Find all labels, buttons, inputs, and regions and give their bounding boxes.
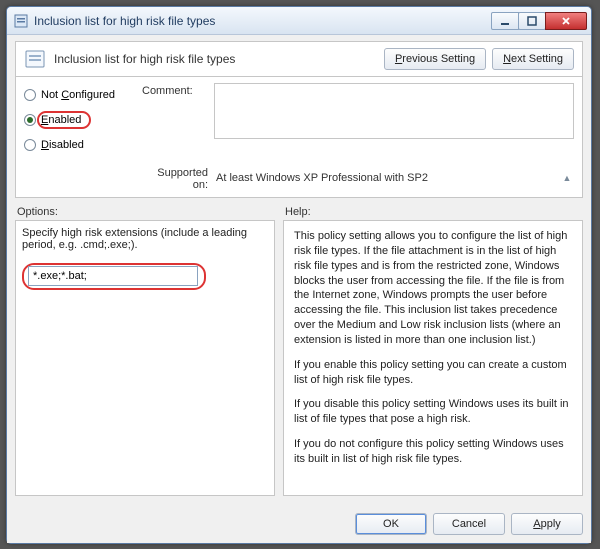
comment-label: Comment: xyxy=(142,83,214,161)
help-paragraph: If you enable this policy setting you ca… xyxy=(294,358,572,388)
window-controls xyxy=(492,12,587,30)
dialog-window: Inclusion list for high risk file types … xyxy=(6,6,592,544)
help-pane: This policy setting allows you to config… xyxy=(283,220,583,496)
help-paragraph: If you do not configure this policy sett… xyxy=(294,437,572,467)
comment-textarea[interactable] xyxy=(214,83,574,139)
details-split: Options: Specify high risk extensions (i… xyxy=(15,204,583,507)
close-button[interactable] xyxy=(545,12,587,30)
options-label: Options: xyxy=(17,206,275,218)
supported-label: Supported on: xyxy=(142,165,214,191)
apply-button[interactable]: Apply xyxy=(511,513,583,535)
previous-setting-button[interactable]: Previous Setting xyxy=(384,48,486,70)
radio-disabled[interactable]: Disabled xyxy=(24,139,142,151)
options-pane: Specify high risk extensions (include a … xyxy=(15,220,275,496)
config-area: Not Configured Enabled Disabled Comment: xyxy=(15,77,583,198)
policy-icon xyxy=(24,48,46,70)
client-area: Inclusion list for high risk file types … xyxy=(7,35,591,543)
radio-enabled[interactable]: Enabled xyxy=(24,111,142,129)
help-text: This policy setting allows you to config… xyxy=(290,227,576,479)
help-paragraph: This policy setting allows you to config… xyxy=(294,229,572,348)
scroll-up-icon[interactable]: ▲ xyxy=(560,173,574,183)
options-column: Options: Specify high risk extensions (i… xyxy=(15,204,275,507)
minimize-button[interactable] xyxy=(491,12,519,30)
radio-not-configured[interactable]: Not Configured xyxy=(24,89,142,101)
policy-header: Inclusion list for high risk file types … xyxy=(15,41,583,77)
next-setting-button[interactable]: Next Setting xyxy=(492,48,574,70)
maximize-button[interactable] xyxy=(518,12,546,30)
extensions-input[interactable] xyxy=(28,266,198,286)
state-radio-group: Not Configured Enabled Disabled xyxy=(24,83,142,161)
supported-text: At least Windows XP Professional with SP… xyxy=(214,172,560,184)
radio-icon xyxy=(24,114,36,126)
policy-title: Inclusion list for high risk file types xyxy=(54,52,378,66)
titlebar[interactable]: Inclusion list for high risk file types xyxy=(7,7,591,35)
radio-icon xyxy=(24,89,36,101)
radio-icon xyxy=(24,139,36,151)
dialog-button-row: OK Cancel Apply xyxy=(15,513,583,535)
help-paragraph: If you disable this policy setting Windo… xyxy=(294,397,572,427)
extensions-label: Specify high risk extensions (include a … xyxy=(22,227,268,251)
help-column: Help: This policy setting allows you to … xyxy=(283,204,583,507)
ok-button[interactable]: OK xyxy=(355,513,427,535)
help-label: Help: xyxy=(285,206,583,218)
cancel-button[interactable]: Cancel xyxy=(433,513,505,535)
app-icon xyxy=(13,13,29,29)
window-title: Inclusion list for high risk file types xyxy=(34,14,492,28)
